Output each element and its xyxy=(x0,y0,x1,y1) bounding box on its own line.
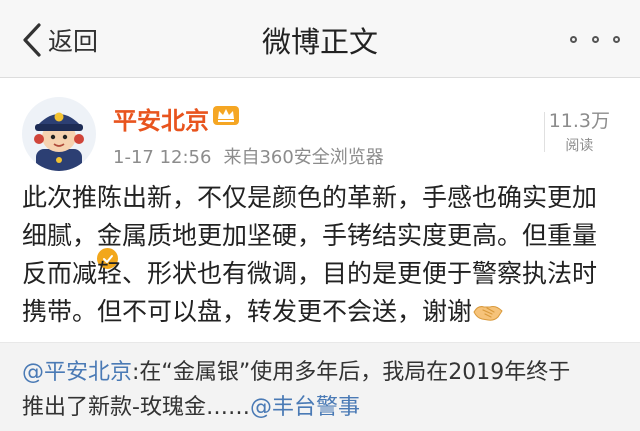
post-content: 此次推陈出新，不仅是颜色的革新，手感也确实更加 细腻，金属质地更加坚硬，手铐结实… xyxy=(22,179,622,331)
read-count: 11.3万 阅读 xyxy=(549,106,610,155)
more-dot xyxy=(613,35,620,43)
more-dots-icon[interactable] xyxy=(570,30,620,48)
read-count-label: 阅读 xyxy=(565,138,594,154)
more-dot xyxy=(591,35,599,43)
content-line: 此次推陈出新，不仅是颜色的革新，手感也确实更加 xyxy=(22,183,598,212)
content-line: 细腻，金属质地更加坚硬，手铐结实度更高。但重量 xyxy=(22,221,598,250)
content-line-last: 携带。但不可以盘，转发更不会送，谢谢 xyxy=(22,293,622,331)
repost-text: @平安北京:在“金属银”使用多年后，我局在2019年终于 推出了新款-玫瑰金……… xyxy=(22,355,622,425)
repost-line: @平安北京:在“金属银”使用多年后，我局在2019年终于 xyxy=(22,355,622,390)
repost-author-mention[interactable]: @平安北京 xyxy=(22,360,132,385)
username-link[interactable]: 平安北京 xyxy=(113,101,209,136)
repost-text-segment: 推出了新款-玫瑰金…… xyxy=(22,395,250,420)
post-time: 1-17 12:56 xyxy=(113,147,212,168)
top-navigation-bar: 返回 微博正文 xyxy=(0,0,640,78)
divider xyxy=(544,112,545,152)
content-line-text: 携带。但不可以盘，转发更不会送，谢谢 xyxy=(22,297,473,326)
repost-box[interactable]: @平安北京:在“金属银”使用多年后，我局在2019年终于 推出了新款-玫瑰金……… xyxy=(0,342,640,431)
handshake-emoji-icon xyxy=(473,306,503,321)
police-mascot-avatar xyxy=(22,97,96,171)
repost-text-segment: :在“金属银”使用多年后，我局在2019年终于 xyxy=(132,360,571,385)
repost-mention-link[interactable]: @丰台警事 xyxy=(250,395,360,420)
post-source: 来自360安全浏览器 xyxy=(223,147,384,168)
post-meta: 1-17 12:56 来自360安全浏览器 xyxy=(113,143,384,169)
repost-line: 推出了新款-玫瑰金……@丰台警事 xyxy=(22,390,622,425)
avatar[interactable] xyxy=(22,97,120,271)
read-count-value: 11.3万 xyxy=(548,110,610,132)
page-title: 微博正文 xyxy=(261,25,378,59)
crown-badge-icon xyxy=(213,106,239,125)
content-line: 反而减轻、形状也有微调，目的是更便于警察执法时 xyxy=(22,259,598,288)
more-dot xyxy=(570,35,577,43)
